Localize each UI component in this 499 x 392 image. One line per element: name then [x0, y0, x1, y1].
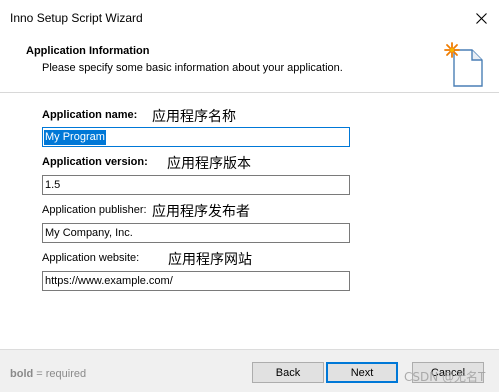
app-website-input[interactable] [42, 271, 350, 291]
watermark: CSDN @无名T [404, 370, 486, 384]
app-version-label: Application version: [42, 156, 148, 168]
close-icon [475, 12, 487, 24]
app-website-annotation: 应用程序网站 [168, 252, 252, 268]
page-subtitle: Please specify some basic information ab… [42, 62, 343, 74]
wizard-document-sparkle-icon [444, 42, 483, 87]
title-bar: Inno Setup Script Wizard [0, 0, 499, 36]
legend-text: = required [33, 368, 87, 380]
app-publisher-annotation: 应用程序发布者 [152, 204, 250, 220]
page-title: Application Information [26, 45, 150, 57]
app-version-annotation: 应用程序版本 [167, 156, 251, 172]
close-button[interactable] [463, 0, 499, 36]
wizard-body: Application name: 应用程序名称 My Program Appl… [0, 93, 499, 349]
wizard-footer: bold = required Back Next Cancel CSDN @无… [0, 350, 499, 392]
app-name-input[interactable]: My Program [42, 127, 350, 147]
legend-bold: bold [10, 368, 34, 380]
app-website-label: Application website: [42, 252, 140, 264]
required-legend: bold = required [10, 368, 86, 380]
app-publisher-label: Application publisher: [42, 204, 147, 216]
app-publisher-input[interactable] [42, 223, 350, 243]
app-name-annotation: 应用程序名称 [152, 109, 236, 125]
app-name-value: My Program [44, 130, 106, 145]
window-title: Inno Setup Script Wizard [10, 11, 143, 25]
app-version-input[interactable] [42, 175, 350, 195]
next-button[interactable]: Next [326, 362, 398, 383]
app-name-label: Application name: [42, 109, 138, 121]
back-button[interactable]: Back [252, 362, 324, 383]
wizard-header: Application Information Please specify s… [0, 36, 499, 92]
